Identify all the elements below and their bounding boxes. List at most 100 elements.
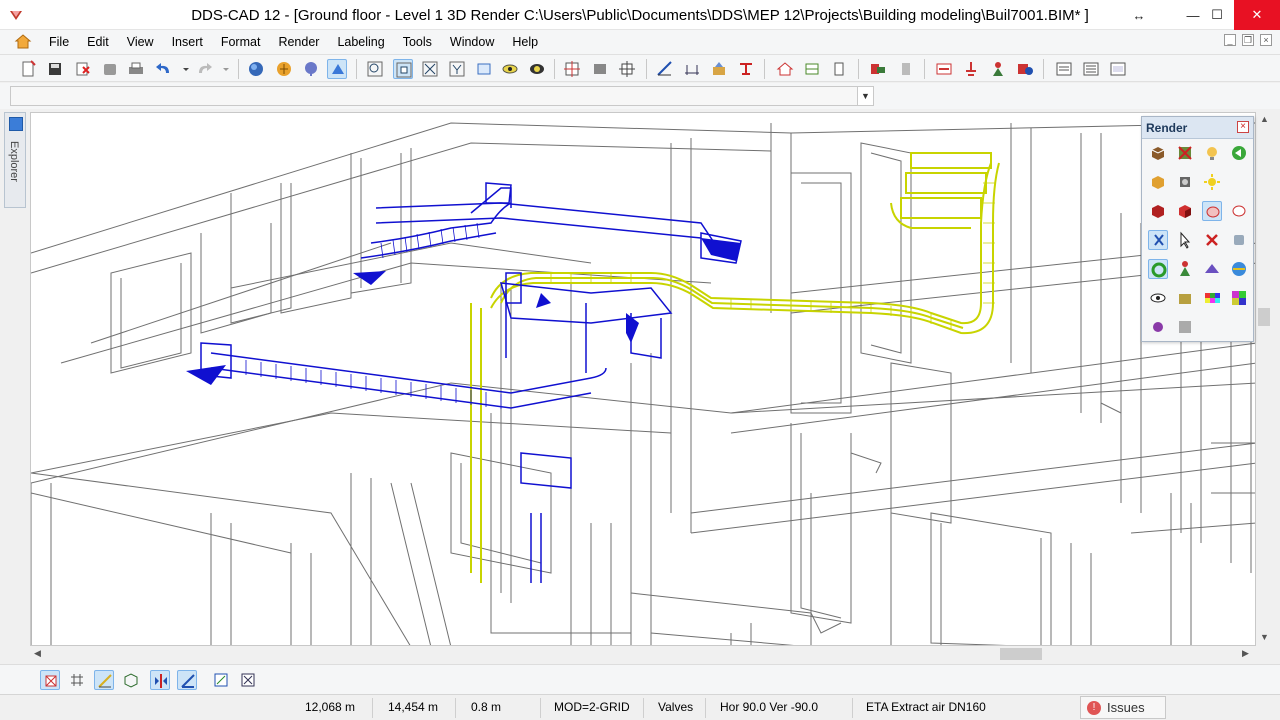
person-icon[interactable] xyxy=(988,59,1008,79)
align-icon[interactable] xyxy=(617,59,637,79)
undo-dropdown-icon[interactable] xyxy=(176,59,189,79)
globe-icon[interactable] xyxy=(1229,259,1249,279)
grey-box-icon[interactable] xyxy=(100,59,120,79)
redo-dropdown-icon[interactable] xyxy=(216,59,229,79)
application-menu-icon[interactable] xyxy=(12,31,34,53)
house-icon[interactable] xyxy=(775,59,795,79)
layers-icon[interactable] xyxy=(802,59,822,79)
block-icon[interactable] xyxy=(590,59,610,79)
menu-help[interactable]: Help xyxy=(503,30,547,54)
menu-render[interactable]: Render xyxy=(269,30,328,54)
print-icon[interactable] xyxy=(126,59,146,79)
undo-icon[interactable] xyxy=(154,59,174,79)
sync-icon[interactable] xyxy=(1148,259,1168,279)
filter-icon[interactable] xyxy=(447,59,467,79)
texture-icon[interactable] xyxy=(1175,288,1195,308)
light-bulb-icon[interactable] xyxy=(1202,143,1222,163)
redo-icon[interactable] xyxy=(194,59,214,79)
select-icon[interactable] xyxy=(327,59,347,79)
menu-labeling[interactable]: Labeling xyxy=(328,30,393,54)
measure-icon[interactable] xyxy=(655,59,675,79)
menu-tools[interactable]: Tools xyxy=(394,30,441,54)
route-icon[interactable] xyxy=(736,59,756,79)
snap-cancel-icon[interactable] xyxy=(238,670,258,690)
new-icon[interactable] xyxy=(18,59,38,79)
close-button[interactable]: ✕ xyxy=(1234,0,1280,30)
box-render-icon[interactable] xyxy=(1148,143,1168,163)
vertical-scrollbar[interactable]: ▲ ▼ xyxy=(1256,112,1272,646)
snap-3d-icon[interactable] xyxy=(121,670,141,690)
render-panel-close-icon[interactable]: × xyxy=(1237,121,1249,133)
table-icon[interactable] xyxy=(1108,59,1128,79)
grid-icon[interactable] xyxy=(562,59,582,79)
frame-icon[interactable] xyxy=(474,59,494,79)
menu-window[interactable]: Window xyxy=(441,30,503,54)
sphere-icon[interactable] xyxy=(246,59,266,79)
grey-square-icon[interactable] xyxy=(1175,317,1195,337)
doc-restore-icon[interactable]: ❐ xyxy=(1242,34,1254,46)
snap-grid-icon[interactable] xyxy=(67,670,87,690)
explorer-tab[interactable]: Explorer xyxy=(4,112,26,208)
horizontal-scrollbar[interactable]: ◀ ▶ xyxy=(30,646,1256,662)
delete-x-icon[interactable] xyxy=(1202,230,1222,250)
snap-point-icon[interactable] xyxy=(40,670,60,690)
pipe-icon[interactable] xyxy=(896,59,916,79)
scroll-left-icon[interactable]: ◀ xyxy=(34,648,41,659)
menu-view[interactable]: View xyxy=(118,30,163,54)
light-setup-icon[interactable] xyxy=(1229,201,1249,221)
schedule-icon[interactable] xyxy=(1015,59,1035,79)
texture-box-icon[interactable] xyxy=(1148,172,1168,192)
report-icon[interactable] xyxy=(1054,59,1074,79)
tree-icon[interactable] xyxy=(301,59,321,79)
red-box-icon[interactable] xyxy=(1148,201,1168,221)
command-input[interactable] xyxy=(10,86,874,106)
menu-edit[interactable]: Edit xyxy=(78,30,118,54)
figure-icon[interactable] xyxy=(1175,259,1195,279)
sun-icon[interactable] xyxy=(1202,172,1222,192)
issues-button[interactable]: ! Issues xyxy=(1080,696,1166,719)
scroll-down-icon[interactable]: ▼ xyxy=(1260,632,1269,642)
cylinder-icon[interactable] xyxy=(1229,230,1249,250)
valve-icon[interactable] xyxy=(934,59,954,79)
3d-viewport[interactable] xyxy=(30,112,1256,646)
vertical-scroll-thumb[interactable] xyxy=(1258,308,1270,326)
grid-mode[interactable]: MOD=2-GRID xyxy=(554,700,630,714)
color-palette-icon[interactable] xyxy=(1202,288,1222,308)
horizontal-scroll-thumb[interactable] xyxy=(1000,648,1042,660)
purple-sphere-icon[interactable] xyxy=(1148,317,1168,337)
list-icon[interactable] xyxy=(1081,59,1101,79)
column-icon[interactable] xyxy=(829,59,849,79)
red-box-shaded-icon[interactable] xyxy=(1175,201,1195,221)
save-icon[interactable] xyxy=(45,59,65,79)
menu-insert[interactable]: Insert xyxy=(163,30,212,54)
menu-file[interactable]: File xyxy=(40,30,78,54)
render-icon[interactable] xyxy=(274,59,294,79)
multicolor-grid-icon[interactable] xyxy=(1229,288,1249,308)
stamp-icon[interactable] xyxy=(709,59,729,79)
eye-icon[interactable] xyxy=(500,59,520,79)
scroll-right-icon[interactable]: ▶ xyxy=(1242,648,1249,659)
render-panel-header[interactable]: Render × xyxy=(1142,117,1253,139)
view-eye-icon[interactable] xyxy=(1148,288,1168,308)
dimension-icon[interactable] xyxy=(682,59,702,79)
render-settings-icon[interactable] xyxy=(1202,201,1222,221)
scissors-icon[interactable] xyxy=(1148,230,1168,250)
snap-ortho-icon[interactable] xyxy=(94,670,114,690)
snap-frame-icon[interactable] xyxy=(211,670,231,690)
zoom-icon[interactable] xyxy=(365,59,385,79)
snap-angle-icon[interactable] xyxy=(177,670,197,690)
refresh-green-icon[interactable] xyxy=(1229,143,1249,163)
cut-pipe-icon[interactable] xyxy=(961,59,981,79)
menu-format[interactable]: Format xyxy=(212,30,270,54)
zoom-extents-icon[interactable] xyxy=(420,59,440,79)
scroll-up-icon[interactable]: ▲ xyxy=(1260,114,1269,124)
zoom-window-icon[interactable] xyxy=(393,59,413,79)
active-layer[interactable]: Valves xyxy=(658,700,693,714)
close-file-icon[interactable] xyxy=(72,59,92,79)
pointer-icon[interactable] xyxy=(1175,230,1195,250)
walkthrough-icon[interactable] xyxy=(1202,259,1222,279)
snap-mirror-icon[interactable] xyxy=(150,670,170,690)
visibility-icon[interactable] xyxy=(527,59,547,79)
restore-arrows-button[interactable]: ↔ xyxy=(1116,0,1162,30)
material-icon[interactable] xyxy=(1175,172,1195,192)
